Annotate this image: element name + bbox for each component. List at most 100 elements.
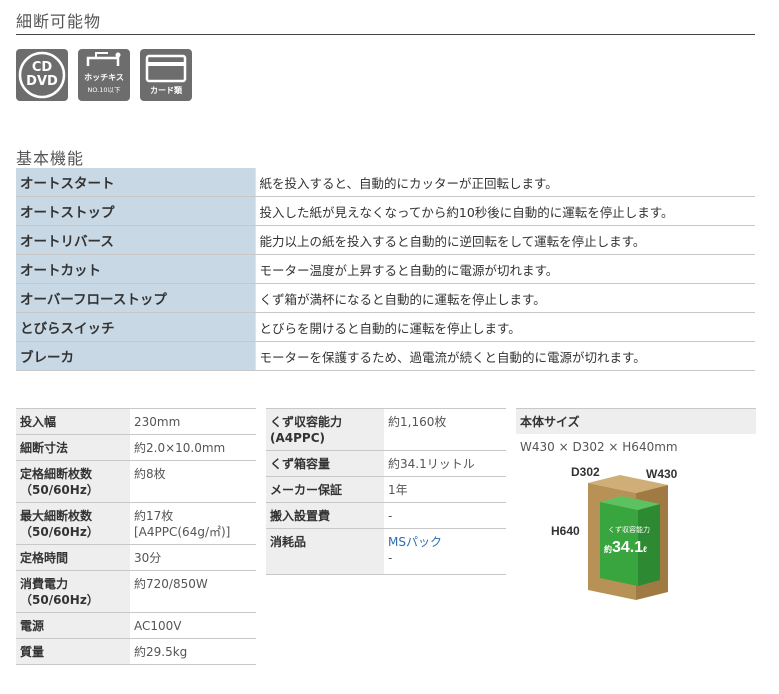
basic-features-table: オートスタート 紙を投入すると、自動的にカッターが正回転します。 オートストップ投… <box>16 167 755 371</box>
spec-value: 230mm <box>130 408 256 435</box>
spec-key-subtext: （50/60Hz） <box>20 483 99 497</box>
badge-number: 34.1 <box>612 539 643 556</box>
spec-key: 消費電力 （50/60Hz） <box>16 570 130 613</box>
body-size-text: W430 × D302 × H640mm <box>520 440 678 454</box>
spec-value: 約8枚 <box>130 460 256 503</box>
table-row: 最大細断枚数 （50/60Hz） 約17枚 [A4PPC(64g/㎡)] <box>16 502 256 545</box>
spec-key: メーカー保証 <box>266 476 384 503</box>
table-row: 電源 AC100V <box>16 612 256 639</box>
spec-value: 約29.5kg <box>130 638 256 665</box>
feature-name: オートリバース <box>16 225 255 255</box>
basic-section-title: 基本機能 <box>16 149 85 168</box>
table-row: ブレーカ モーターを保護するため、過電流が続くと自動的に電源が切れます。 <box>16 341 755 371</box>
table-row: くず箱容量 約34.1リットル <box>266 450 506 477</box>
table-row: 投入幅 230mm <box>16 408 256 435</box>
spec-value: 1年 <box>384 476 506 503</box>
feature-desc: モーターを保護するため、過電流が続くと自動的に電源が切れます。 <box>254 341 755 371</box>
badge-unit: ℓ <box>643 545 647 554</box>
spec-table-left: 投入幅 230mm 細断寸法 約2.0×10.0mm 定格細断枚数 （50/60H… <box>16 408 256 665</box>
spec-table-middle: くず収容能力 (A4PPC) 約1,160枚 くず箱容量 約34.1リットル メー… <box>266 408 506 575</box>
feature-name: オートストップ <box>16 196 255 226</box>
shred-section-rule <box>16 34 755 35</box>
spec-key-text: くず箱容量 <box>270 457 331 471</box>
spec-key-subtext: （50/60Hz） <box>20 525 99 539</box>
staple-label: ホッチキス <box>84 73 124 82</box>
spec-key: くず収容能力 (A4PPC) <box>266 408 384 451</box>
spec-value: 約2.0×10.0mm <box>130 434 256 461</box>
spec-key: 投入幅 <box>16 408 130 435</box>
table-row: 細断寸法 約2.0×10.0mm <box>16 434 256 461</box>
feature-desc: くず箱が満杯になると自動的に運転を停止します。 <box>254 283 755 313</box>
staple-sub-label: NO.10以下 <box>87 86 121 94</box>
spec-key: 電源 <box>16 612 130 639</box>
spec-key-text: 消費電力 <box>20 577 69 591</box>
feature-name: ブレーカ <box>16 341 255 371</box>
table-row: オートストップ 投入した紙が見えなくなってから約10秒後に自動的に運転を停止します… <box>16 196 755 226</box>
table-row: 定格細断枚数 （50/60Hz） 約8枚 <box>16 460 256 503</box>
feature-name: オートスタート <box>16 167 255 197</box>
card-label: カード類 <box>150 86 182 95</box>
cd-dvd-tile: CD DVD <box>16 49 68 101</box>
body-size-panel: 本体サイズ W430 × D302 × H640mm D302 W430 H64… <box>516 408 756 600</box>
spec-value: 約720/850W <box>130 570 256 613</box>
table-row: とびらスイッチ とびらを開けると自動的に運転を停止します。 <box>16 312 755 342</box>
spec-key: 消耗品 <box>266 528 384 575</box>
spec-key-text: 質量 <box>20 645 45 659</box>
cd-label: CD <box>31 60 53 75</box>
spec-key-text: 投入幅 <box>20 415 57 429</box>
dvd-label: DVD <box>26 74 58 89</box>
card-tile: カード類 <box>140 49 192 101</box>
table-row: 搬入設置費 - <box>266 502 506 529</box>
spec-key-text: 定格細断枚数 <box>20 467 93 481</box>
body-size-figure: D302 W430 H640 くず収容能力 約34.1ℓ <box>551 465 678 600</box>
spec-key-text: 最大細断枚数 <box>20 509 93 523</box>
spec-key: 最大細断枚数 （50/60Hz） <box>16 502 130 545</box>
spec-key-text: 細断寸法 <box>20 441 69 455</box>
table-row: オートカット モーター温度が上昇すると自動的に電源が切れます。 <box>16 254 755 284</box>
table-row: 質量 約29.5kg <box>16 638 256 665</box>
table-row: オーバーフローストップ くず箱が満杯になると自動的に運転を停止します。 <box>16 283 755 313</box>
spec-key-text: 消耗品 <box>270 535 307 549</box>
shred-section-title: 細断可能物 <box>16 12 102 31</box>
dim-label-d: D302 <box>571 465 600 479</box>
table-row: オートスタート 紙を投入すると、自動的にカッターが正回転します。 <box>16 167 755 197</box>
spec-key: 細断寸法 <box>16 434 130 461</box>
spec-key-text: 電源 <box>20 619 45 633</box>
spec-value: 約34.1リットル <box>384 450 506 477</box>
spec-value: AC100V <box>130 612 256 639</box>
table-row: 消費電力 （50/60Hz） 約720/850W <box>16 570 256 613</box>
table-row: 消耗品 MSパック - <box>266 528 506 575</box>
feature-name: オートカット <box>16 254 255 284</box>
body-size-title: 本体サイズ <box>516 408 756 434</box>
spec-key-text: 定格時間 <box>20 551 69 565</box>
feature-desc: 能力以上の紙を投入すると自動的に逆回転をして運転を停止します。 <box>254 225 755 255</box>
spec-key-text: くず収容能力 <box>270 415 343 429</box>
spec-key: 定格細断枚数 （50/60Hz） <box>16 460 130 503</box>
feature-desc: 投入した紙が見えなくなってから約10秒後に自動的に運転を停止します。 <box>254 196 755 226</box>
spec-key: くず箱容量 <box>266 450 384 477</box>
spec-key-text: 搬入設置費 <box>270 509 331 523</box>
feature-desc: モーター温度が上昇すると自動的に電源が切れます。 <box>254 254 755 284</box>
table-row: 定格時間 30分 <box>16 544 256 571</box>
spec-value-text: 約17枚 <box>134 509 174 523</box>
spec-key-subtext: （50/60Hz） <box>20 593 99 607</box>
spec-key: 搬入設置費 <box>266 502 384 529</box>
spec-key: 定格時間 <box>16 544 130 571</box>
spec-value: 約17枚 [A4PPC(64g/㎡)] <box>130 502 256 545</box>
table-row: メーカー保証 1年 <box>266 476 506 503</box>
spec-value-subtext: [A4PPC(64g/㎡)] <box>134 525 231 539</box>
dim-label-h: H640 <box>551 524 580 538</box>
spec-key: 質量 <box>16 638 130 665</box>
feature-desc: 紙を投入すると、自動的にカッターが正回転します。 <box>254 167 755 197</box>
badge-caption: くず収容能力 <box>608 525 650 534</box>
table-row: くず収容能力 (A4PPC) 約1,160枚 <box>266 408 506 451</box>
staple-tile: ホッチキス NO.10以下 <box>78 49 130 101</box>
spec-value: 約1,160枚 <box>384 408 506 451</box>
ms-pack-link[interactable]: MSパック <box>388 535 442 549</box>
spec-value-subtext: - <box>388 551 393 565</box>
badge-prefix: 約 <box>604 544 612 554</box>
spec-value: 30分 <box>130 544 256 571</box>
feature-desc: とびらを開けると自動的に運転を停止します。 <box>254 312 755 342</box>
dim-label-w: W430 <box>646 467 678 481</box>
spec-key-subtext: (A4PPC) <box>270 431 326 445</box>
